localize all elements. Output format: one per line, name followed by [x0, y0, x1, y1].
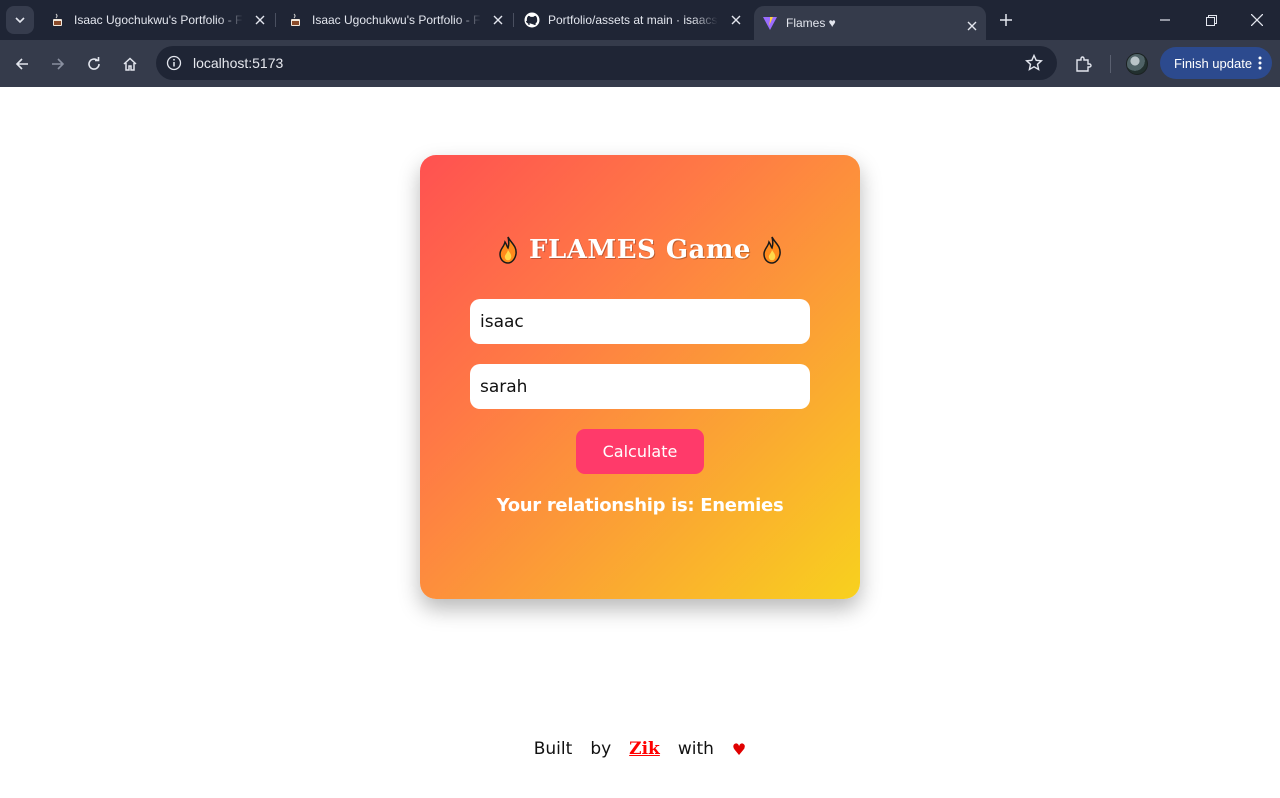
close-icon[interactable] — [728, 12, 744, 28]
close-icon[interactable] — [490, 12, 506, 28]
minimize-button[interactable] — [1142, 0, 1188, 40]
toolbar-divider — [1110, 55, 1111, 73]
reload-button[interactable] — [80, 50, 108, 78]
home-icon — [123, 57, 137, 71]
first-name-input[interactable] — [470, 299, 810, 344]
relationship-result: Your relationship is: Enemies — [496, 495, 784, 516]
more-vertical-icon — [1258, 56, 1262, 70]
back-button[interactable] — [8, 50, 36, 78]
tab-search-button[interactable] — [6, 6, 34, 34]
game-title-text: FLAMES Game — [529, 235, 751, 265]
close-icon — [1251, 14, 1263, 26]
footer: Built by Zik with ♥ — [0, 739, 1280, 759]
minimize-icon — [1160, 19, 1170, 21]
fire-icon — [763, 236, 781, 264]
puzzle-piece-icon — [1076, 56, 1092, 72]
flames-card: FLAMES Game Calculate Your relationship … — [420, 155, 860, 599]
fire-icon — [499, 236, 517, 264]
page-viewport: FLAMES Game Calculate Your relationship … — [0, 87, 1280, 798]
finish-update-button[interactable]: Finish update — [1160, 47, 1272, 79]
reload-icon — [88, 57, 100, 70]
coffee-favicon-icon — [50, 12, 66, 28]
second-name-input[interactable] — [470, 364, 810, 409]
restore-button[interactable] — [1188, 0, 1234, 40]
new-tab-button[interactable] — [996, 10, 1016, 30]
tab-strip: Isaac Ugochukwu's Portfolio - F Isaac Ug… — [0, 0, 1280, 40]
profile-avatar[interactable] — [1126, 53, 1148, 75]
heart-icon: ♥ — [731, 739, 747, 759]
footer-with: with — [677, 739, 714, 759]
footer-by: by — [590, 739, 612, 759]
finish-update-label: Finish update — [1174, 55, 1253, 71]
game-title: FLAMES Game — [420, 235, 860, 265]
home-button[interactable] — [116, 50, 144, 78]
vite-logo-icon — [762, 15, 778, 31]
github-icon — [524, 12, 540, 28]
author-link[interactable]: Zik — [629, 739, 660, 759]
address-bar[interactable]: localhost:5173 — [156, 46, 1057, 80]
plus-icon — [1000, 14, 1012, 26]
tab-flames[interactable]: Flames ♥ — [754, 6, 986, 40]
tab-divider — [513, 13, 514, 27]
close-window-button[interactable] — [1234, 0, 1280, 40]
calculate-button[interactable]: Calculate — [576, 429, 704, 474]
tab-portfolio-2[interactable]: Isaac Ugochukwu's Portfolio - F — [280, 0, 512, 40]
url-text: localhost:5173 — [193, 55, 284, 71]
close-icon[interactable] — [252, 12, 268, 28]
forward-button[interactable] — [44, 50, 72, 78]
coffee-favicon-icon — [288, 12, 304, 28]
restore-icon — [1205, 14, 1217, 26]
tab-github-assets[interactable]: Portfolio/assets at main · isaacs — [518, 0, 750, 40]
tab-title: Flames ♥ — [786, 16, 836, 30]
footer-built: Built — [533, 739, 573, 759]
arrow-left-icon — [15, 58, 28, 70]
tab-title: Isaac Ugochukwu's Portfolio - F — [74, 13, 243, 27]
info-icon[interactable] — [166, 55, 182, 71]
arrow-right-icon — [52, 58, 65, 70]
close-icon[interactable] — [964, 18, 980, 34]
browser-toolbar: localhost:5173 Finish update — [0, 40, 1280, 87]
extensions-button[interactable] — [1069, 50, 1097, 78]
tab-portfolio-1[interactable]: Isaac Ugochukwu's Portfolio - F — [42, 0, 274, 40]
bookmark-star-icon[interactable] — [1025, 54, 1043, 72]
tab-divider — [275, 13, 276, 27]
tab-title: Portfolio/assets at main · isaacs — [548, 13, 718, 27]
chevron-down-icon — [15, 17, 25, 24]
tab-title: Isaac Ugochukwu's Portfolio - F — [312, 13, 481, 27]
